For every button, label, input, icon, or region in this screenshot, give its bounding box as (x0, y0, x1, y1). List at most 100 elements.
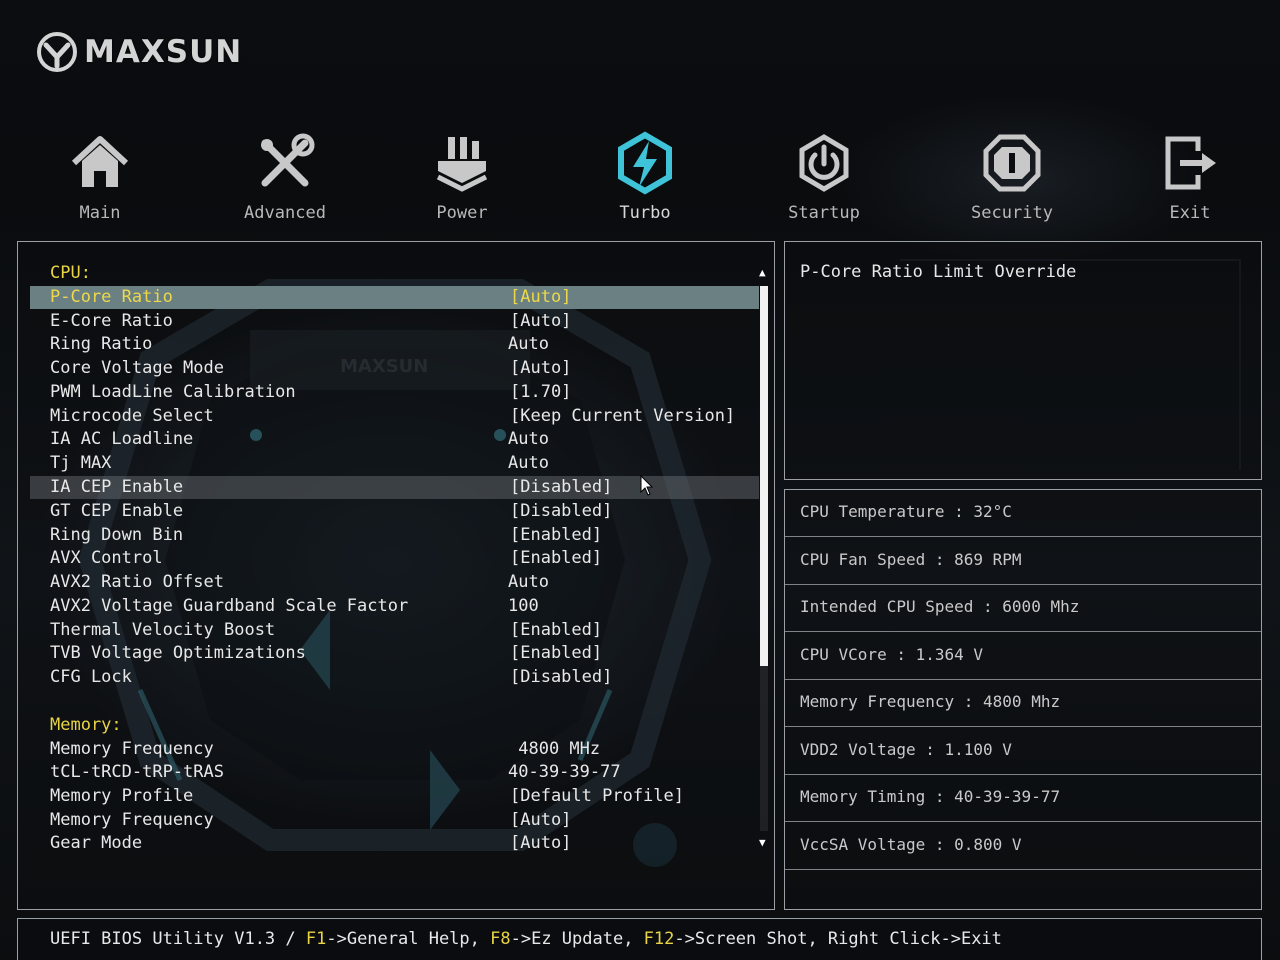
section-header-memory: Memory: (50, 715, 122, 735)
setting-value[interactable]: [Auto] (510, 310, 571, 333)
scroll-up-arrow-icon[interactable]: ▲ (759, 267, 769, 278)
setting-row-gt-cep-enable[interactable]: GT CEP Enable [Disabled] (30, 500, 759, 523)
top-navigation: Main Advanced Power Turbo Startup Securi… (0, 125, 1280, 235)
setting-row-ring-ratio[interactable]: Ring Ratio Auto (30, 333, 759, 356)
exit-icon (1165, 136, 1216, 190)
status-cpu-fan-speed: CPU Fan Speed : 869 RPM (785, 538, 1261, 585)
setting-value[interactable]: [Disabled] (510, 476, 612, 499)
footer-text: UEFI BIOS Utility V1.3 / F1->General Hel… (50, 929, 1002, 949)
tab-main-label: Main (79, 203, 121, 223)
status-cpu-temperature: CPU Temperature : 32°C (785, 490, 1261, 537)
footer-hotkey-bar: UEFI BIOS Utility V1.3 / F1->General Hel… (17, 918, 1262, 960)
setting-row-cfg-lock[interactable]: CFG Lock [Disabled] (30, 666, 759, 689)
setting-label: CFG Lock (50, 667, 132, 687)
setting-row-avx2-voltage-guardband[interactable]: AVX2 Voltage Guardband Scale Factor 100 (30, 595, 759, 618)
setting-label: Gear Mode (50, 833, 143, 853)
setting-label: E-Core Ratio (50, 311, 173, 331)
brand-name: MAXSUN (84, 34, 243, 70)
setting-row-avx-control[interactable]: AVX Control [Enabled] (30, 547, 759, 570)
setting-value[interactable]: Auto (508, 571, 549, 594)
setting-label: IA CEP Enable (50, 477, 184, 497)
tab-power[interactable]: Power (392, 125, 532, 235)
tab-exit-label: Exit (1169, 203, 1211, 223)
tab-turbo[interactable]: Turbo (575, 125, 715, 235)
setting-value[interactable]: Auto (508, 333, 549, 356)
setting-value[interactable]: Auto (508, 428, 549, 451)
tab-turbo-label: Turbo (619, 203, 671, 223)
tab-startup[interactable]: Startup (754, 125, 894, 235)
setting-label: AVX Control (50, 548, 163, 568)
setting-row-avx2-ratio-offset[interactable]: AVX2 Ratio Offset Auto (30, 571, 759, 594)
setting-value[interactable]: [Enabled] (510, 524, 602, 547)
help-text: P-Core Ratio Limit Override (800, 262, 1077, 282)
hardware-status-panel: CPU Temperature : 32°C CPU Fan Speed : 8… (784, 489, 1262, 910)
hotkey-f8: F8 (490, 929, 511, 949)
setting-row-tj-max[interactable]: Tj MAX Auto (30, 452, 759, 475)
setting-label: Tj MAX (50, 453, 112, 473)
setting-value[interactable]: [Auto] (510, 809, 571, 832)
setting-label: Microcode Select (50, 406, 214, 426)
tab-power-label: Power (436, 203, 488, 223)
home-icon (71, 136, 129, 187)
setting-label: Memory Profile (50, 786, 194, 806)
tab-main[interactable]: Main (30, 125, 170, 235)
setting-row-thermal-velocity-boost[interactable]: Thermal Velocity Boost [Enabled] (30, 619, 759, 642)
setting-value[interactable]: [Default Profile] (510, 785, 684, 808)
setting-value[interactable]: [Auto] (510, 832, 571, 855)
tab-exit[interactable]: Exit (1120, 125, 1260, 235)
setting-value[interactable]: [1.70] (510, 381, 571, 404)
setting-row-pwm-loadline-calibration[interactable]: PWM LoadLine Calibration [1.70] (30, 381, 759, 404)
setting-label: Ring Down Bin (50, 525, 184, 545)
setting-row-tvb-voltage-optimizations[interactable]: TVB Voltage Optimizations [Enabled] (30, 642, 759, 665)
power-plug-icon (436, 137, 488, 192)
tab-security[interactable]: Security (942, 125, 1082, 235)
setting-value[interactable]: Auto (508, 452, 549, 475)
setting-row-ia-ac-loadline[interactable]: IA AC Loadline Auto (30, 428, 759, 451)
hotkey-f1: F1 (305, 929, 327, 949)
setting-label: Ring Ratio (50, 334, 153, 354)
setting-label: AVX2 Ratio Offset (50, 572, 224, 592)
setting-label: IA AC Loadline (50, 429, 194, 449)
section-header-cpu: CPU: (50, 263, 91, 283)
setting-value[interactable]: [Disabled] (510, 666, 612, 689)
setting-row-gear-mode[interactable]: Gear Mode [Auto] (30, 832, 759, 855)
setting-label: Memory Frequency (50, 810, 214, 830)
tab-advanced[interactable]: Advanced (215, 125, 355, 235)
hotkey-f12: F12 (643, 929, 675, 949)
power-button-icon (799, 134, 849, 192)
setting-row-memory-frequency[interactable]: Memory Frequency [Auto] (30, 809, 759, 832)
setting-label: GT CEP Enable (50, 501, 184, 521)
setting-value[interactable]: [Auto] (510, 286, 571, 309)
setting-value[interactable]: [Disabled] (510, 500, 612, 523)
setting-value[interactable]: [Enabled] (510, 547, 602, 570)
setting-value: 40-39-39-77 (508, 762, 621, 782)
setting-row-microcode-select[interactable]: Microcode Select [Keep Current Version] (30, 405, 759, 428)
setting-row-memory-frequency-readout: Memory Frequency 4800 MHz (30, 738, 759, 761)
setting-value[interactable]: [Enabled] (510, 619, 602, 642)
tab-startup-label: Startup (788, 203, 860, 223)
tab-advanced-label: Advanced (244, 203, 326, 223)
setting-row-ring-down-bin[interactable]: Ring Down Bin [Enabled] (30, 524, 759, 547)
scroll-down-arrow-icon[interactable]: ▼ (759, 837, 769, 848)
setting-value[interactable]: [Enabled] (510, 642, 602, 665)
setting-value: 4800 MHz (508, 739, 601, 759)
setting-label: TVB Voltage Optimizations (50, 643, 306, 663)
status-vdd2-voltage: VDD2 Voltage : 1.100 V (785, 728, 1261, 775)
settings-panel: CPU: P-Core Ratio [Auto] E-Core Ratio [A… (17, 241, 775, 910)
setting-row-e-core-ratio[interactable]: E-Core Ratio [Auto] (30, 310, 759, 333)
help-panel: P-Core Ratio Limit Override (784, 241, 1262, 480)
setting-row-p-core-ratio[interactable]: P-Core Ratio [Auto] (30, 286, 759, 309)
settings-list: CPU: P-Core Ratio [Auto] E-Core Ratio [A… (18, 242, 774, 909)
setting-value[interactable]: [Auto] (510, 357, 571, 380)
setting-value[interactable]: [Keep Current Version] (510, 405, 735, 428)
setting-label: tCL-tRCD-tRP-tRAS (50, 762, 224, 782)
scrollbar-thumb[interactable] (760, 286, 768, 666)
status-cpu-vcore: CPU VCore : 1.364 V (785, 633, 1261, 680)
setting-label: AVX2 Voltage Guardband Scale Factor (50, 596, 409, 616)
setting-value[interactable]: 100 (508, 595, 539, 618)
setting-row-memory-timings: tCL-tRCD-tRP-tRAS 40-39-39-77 (30, 761, 759, 784)
turbo-bolt-icon (618, 131, 672, 195)
setting-row-memory-profile[interactable]: Memory Profile [Default Profile] (30, 785, 759, 808)
setting-row-core-voltage-mode[interactable]: Core Voltage Mode [Auto] (30, 357, 759, 380)
security-shield-icon (983, 134, 1041, 192)
